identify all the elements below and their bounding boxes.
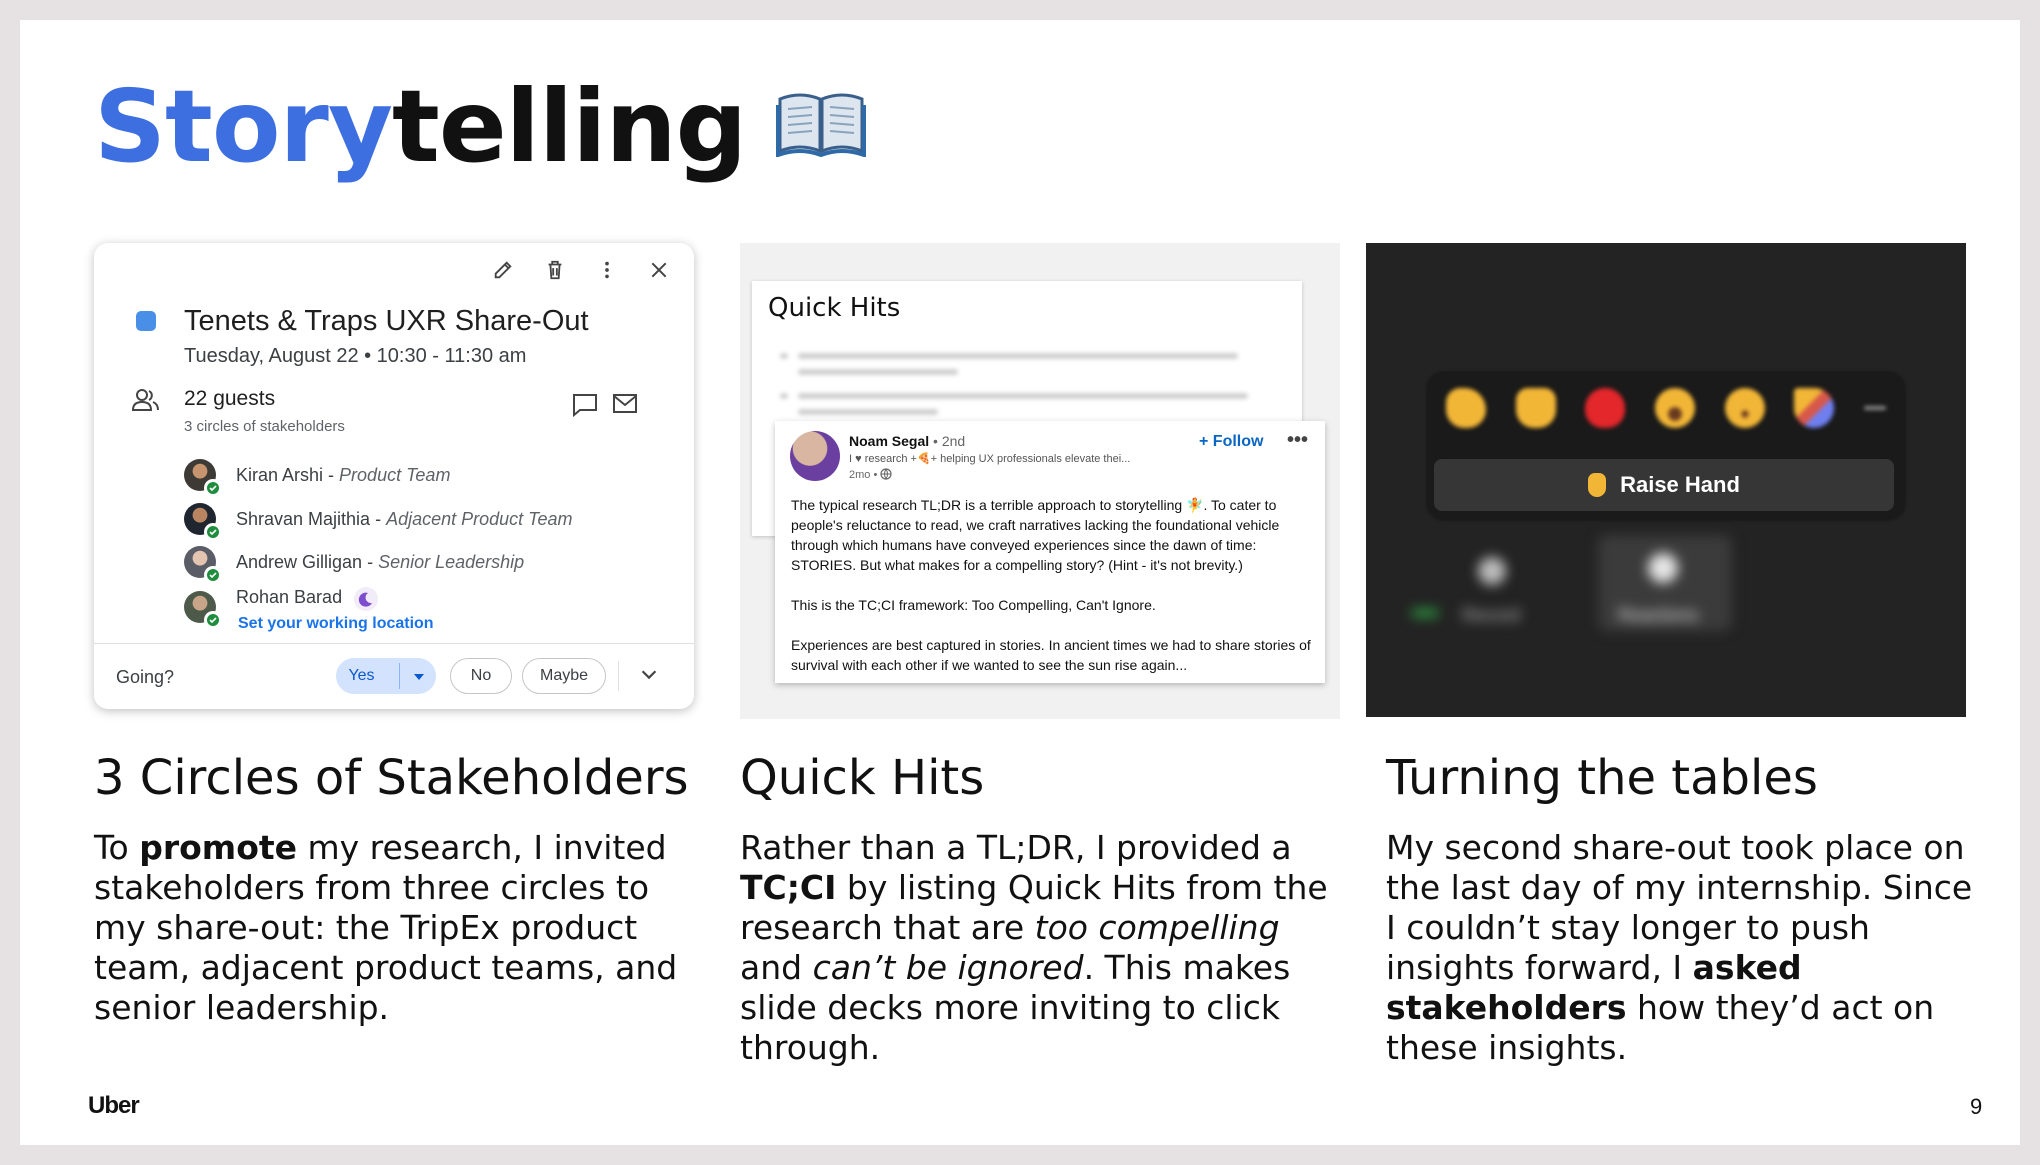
raise-hand-button[interactable]: Raise Hand — [1434, 459, 1894, 511]
guest-role: Adjacent Product Team — [386, 508, 573, 529]
guest-role: Product Team — [339, 464, 451, 485]
guest-name: Rohan Barad — [236, 587, 343, 607]
set-working-location-link[interactable]: Set your working location — [238, 615, 434, 633]
smiley-icon — [1648, 553, 1678, 583]
moon-icon — [354, 587, 379, 611]
surprised-emoji-icon[interactable] — [1724, 388, 1765, 428]
party-emoji-icon[interactable] — [1794, 388, 1835, 428]
event-title: Tenets & Traps UXR Share-Out — [184, 305, 589, 337]
guest-row[interactable]: Andrew Gilligan - Senior Leadership — [184, 546, 525, 584]
column-heading: Quick Hits — [740, 750, 985, 806]
event-color-swatch — [136, 311, 156, 331]
rsvp-yes-label: Yes — [348, 667, 375, 684]
edit-icon[interactable] — [488, 255, 518, 285]
avatar[interactable] — [790, 431, 840, 481]
check-icon — [204, 566, 222, 584]
check-icon — [204, 523, 222, 541]
raised-hand-icon — [1588, 473, 1607, 497]
guest-role: Senior Leadership — [378, 551, 525, 572]
column-text: My second share-out took place on the la… — [1386, 828, 1973, 1067]
thumbs-up-emoji-icon[interactable] — [1515, 388, 1556, 428]
status-indicator — [1412, 609, 1438, 617]
guest-name: Andrew Gilligan — [236, 551, 363, 572]
blurred-text — [798, 393, 1248, 399]
guest-row[interactable]: Shravan Majithia - Adjacent Product Team — [184, 503, 573, 541]
close-icon[interactable] — [644, 255, 674, 285]
guest-actions — [572, 393, 638, 422]
page-number: 9 — [1970, 1094, 1983, 1119]
open-book-icon — [776, 93, 867, 157]
reactions-label: Reactions — [1618, 605, 1699, 625]
rsvp-maybe-button[interactable]: Maybe — [522, 658, 606, 694]
going-label: Going? — [116, 667, 175, 687]
guest-row[interactable]: Kiran Arshi - Product Team — [184, 459, 451, 497]
raise-hand-label: Raise Hand — [1620, 472, 1740, 497]
globe-icon — [880, 468, 892, 480]
caret-down-icon[interactable] — [413, 667, 424, 685]
slide: Storytelling Tenets & Traps UXR Share-Ou… — [20, 20, 2020, 1145]
rsvp-separator — [398, 663, 400, 689]
check-icon — [204, 611, 222, 629]
post-body: The typical research TL;DR is a terrible… — [791, 495, 1321, 695]
rsvp-no-button[interactable]: No — [450, 658, 512, 694]
more-reactions-icon[interactable] — [1863, 406, 1886, 410]
chevron-down-icon[interactable] — [638, 663, 660, 690]
column-text: Rather than a TL;DR, I provided a TC;CI … — [740, 828, 1328, 1067]
column-heading: 3 Circles of Stakeholders — [94, 750, 689, 806]
laughing-emoji-icon[interactable] — [1654, 388, 1695, 428]
people-icon — [131, 387, 160, 418]
divider — [94, 643, 694, 644]
post-time: 2mo • — [849, 468, 892, 481]
column-text: To promote my research, I invited stakeh… — [94, 828, 678, 1027]
chat-icon[interactable] — [572, 393, 598, 422]
email-icon[interactable] — [612, 393, 638, 422]
emoji-row — [1446, 388, 1886, 428]
calendar-event-card: Tenets & Traps UXR Share-Out Tuesday, Au… — [94, 243, 694, 709]
column-heading: Turning the tables — [1386, 750, 1818, 806]
avatar — [184, 503, 222, 541]
zoom-reactions-panel: Raise Hand Record Reactions — [1366, 243, 1966, 717]
delete-icon[interactable] — [540, 255, 570, 285]
guest-name: Kiran Arshi — [236, 464, 324, 485]
blurred-text — [780, 353, 788, 359]
blurred-text — [798, 409, 938, 415]
record-label[interactable]: Record — [1462, 605, 1520, 626]
guests-count[interactable]: 22 guests — [184, 387, 275, 411]
heart-emoji-icon[interactable] — [1585, 388, 1626, 428]
post-paragraph: Experiences are best captured in stories… — [791, 637, 1311, 673]
more-horiz-icon[interactable]: ••• — [1287, 429, 1308, 452]
rsvp-yes-button[interactable]: Yes — [336, 658, 436, 694]
blurred-text — [798, 369, 958, 375]
clap-emoji-icon[interactable] — [1446, 388, 1486, 428]
avatar — [184, 459, 222, 497]
post-paragraph: The typical research TL;DR is a terrible… — [791, 497, 1280, 573]
guests-subtitle: 3 circles of stakeholders — [184, 418, 345, 435]
more-vert-icon[interactable] — [592, 255, 622, 285]
guest-name: Shravan Majithia — [236, 508, 371, 529]
blurred-text — [780, 393, 788, 399]
uber-logo: Uber — [88, 1092, 140, 1119]
quick-hits-doc-title: Quick Hits — [768, 293, 901, 323]
check-icon — [204, 479, 222, 497]
post-paragraph: This is the TC;CI framework: Too Compell… — [791, 597, 1156, 613]
rsvp-divider — [618, 661, 619, 691]
record-icon[interactable] — [1478, 557, 1506, 585]
card-toolbar — [488, 255, 674, 285]
zoom-toolbar: Record Reactions — [1366, 535, 1966, 643]
post-author[interactable]: Noam Segal • 2nd — [849, 433, 965, 449]
slide-title: Storytelling — [94, 72, 867, 182]
event-time: Tuesday, August 22 • 10:30 - 11:30 am — [184, 345, 527, 367]
follow-button[interactable]: + Follow — [1199, 433, 1263, 451]
quick-hits-panel: Quick Hits Noam Segal • 2nd I ♥ research… — [740, 243, 1340, 719]
blurred-text — [798, 353, 1238, 359]
avatar — [184, 591, 222, 629]
avatar — [184, 546, 222, 584]
linkedin-post: Noam Segal • 2nd I ♥ research +🍕+ helpin… — [775, 421, 1325, 683]
post-headline: I ♥ research +🍕+ helping UX professional… — [849, 453, 1131, 465]
